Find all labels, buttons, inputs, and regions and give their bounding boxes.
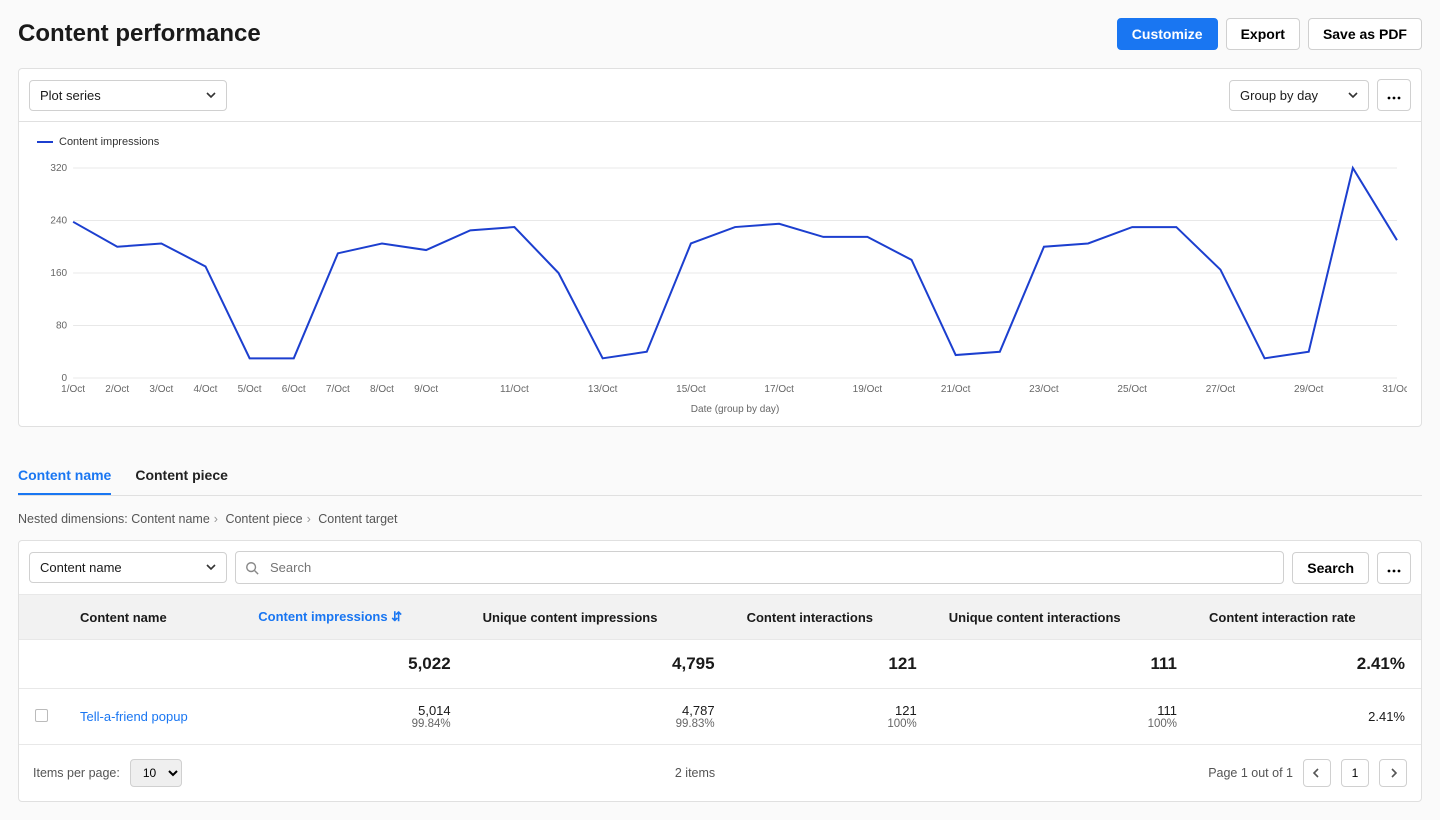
cell-impressions: 5,01499.84% [242,689,466,745]
col-checkbox [19,595,64,640]
col-name[interactable]: Content name [64,595,242,640]
svg-text:17/Oct: 17/Oct [764,384,794,395]
cell-unique-impressions: 4,78799.83% [467,689,731,745]
svg-text:160: 160 [50,268,67,279]
table-row: Tell-a-friend popup 5,01499.84% 4,78799.… [19,689,1421,745]
legend-label: Content impressions [59,136,159,148]
table-card: Content name Search Content name Content… [18,540,1422,802]
total-interactions: 121 [731,640,933,689]
svg-text:6/Oct: 6/Oct [282,384,306,395]
dimension-select[interactable]: Content name [29,552,227,583]
svg-text:21/Oct: 21/Oct [941,384,971,395]
chevron-down-icon [206,88,216,103]
svg-text:29/Oct: 29/Oct [1294,384,1324,395]
more-icon [1387,87,1401,103]
search-button[interactable]: Search [1292,552,1369,584]
svg-text:320: 320 [50,163,67,174]
page-info: Page 1 out of 1 [1208,766,1293,780]
svg-text:240: 240 [50,216,67,227]
svg-text:0: 0 [62,373,68,384]
plot-series-label: Plot series [40,88,101,103]
data-table: Content name Content impressions ⇵ Uniqu… [19,594,1421,744]
col-interactions[interactable]: Content interactions [731,595,933,640]
tab-content-piece[interactable]: Content piece [135,457,228,495]
chevron-right-icon: › [303,512,315,526]
save-pdf-button[interactable]: Save as PDF [1308,18,1422,50]
breadcrumb-item: Content name [131,512,210,526]
breadcrumb-item: Content target [318,512,397,526]
plot-series-select[interactable]: Plot series [29,80,227,111]
svg-text:5/Oct: 5/Oct [238,384,262,395]
total-unique-impressions: 4,795 [467,640,731,689]
svg-text:31/Oct: 31/Oct [1382,384,1407,395]
line-chart: 0 80 160 240 320 1/Oct 2/Oct 3/Oct 4/Oct 5/Oct 6/O… [33,158,1407,418]
chevron-right-icon: › [210,512,222,526]
svg-text:4/Oct: 4/Oct [194,384,218,395]
breadcrumb-label: Nested dimensions: [18,512,128,526]
more-icon [1387,560,1401,576]
svg-text:19/Oct: 19/Oct [853,384,883,395]
next-page-button[interactable] [1379,759,1407,787]
svg-text:25/Oct: 25/Oct [1117,384,1147,395]
svg-text:15/Oct: 15/Oct [676,384,706,395]
col-interaction-rate[interactable]: Content interaction rate [1193,595,1421,640]
page-title: Content performance [18,20,261,48]
svg-text:7/Oct: 7/Oct [326,384,350,395]
search-input[interactable] [235,551,1284,584]
group-by-label: Group by day [1240,88,1318,103]
svg-text:2/Oct: 2/Oct [105,384,129,395]
col-impressions[interactable]: Content impressions ⇵ [242,595,466,640]
items-per-page-label: Items per page: [33,766,120,780]
svg-text:3/Oct: 3/Oct [149,384,173,395]
svg-text:9/Oct: 9/Oct [414,384,438,395]
chart-legend: Content impressions [33,136,1407,148]
page-input[interactable] [1341,759,1369,787]
row-link[interactable]: Tell-a-friend popup [80,709,188,724]
chart-more-button[interactable] [1377,79,1411,111]
breadcrumb: Nested dimensions: Content name› Content… [18,512,1422,526]
total-rate: 2.41% [1193,640,1421,689]
col-unique-interactions[interactable]: Unique content interactions [933,595,1193,640]
svg-text:1/Oct: 1/Oct [61,384,85,395]
item-count: 2 items [675,766,715,780]
table-more-button[interactable] [1377,552,1411,584]
svg-text:80: 80 [56,321,68,332]
export-button[interactable]: Export [1226,18,1300,50]
totals-row: 5,022 4,795 121 111 2.41% [19,640,1421,689]
cell-unique-interactions: 111100% [933,689,1193,745]
chart-card: Plot series Group by day Content impress… [18,68,1422,427]
total-impressions: 5,022 [242,640,466,689]
svg-text:11/Oct: 11/Oct [500,384,529,395]
cell-interactions: 121100% [731,689,933,745]
total-unique-interactions: 111 [933,640,1193,689]
svg-text:27/Oct: 27/Oct [1206,384,1236,395]
customize-button[interactable]: Customize [1117,18,1218,50]
svg-text:13/Oct: 13/Oct [588,384,618,395]
chevron-down-icon [1348,88,1358,103]
cell-rate: 2.41% [1193,689,1421,745]
sort-icon: ⇵ [391,609,402,624]
dimension-label: Content name [40,560,122,575]
tab-content-name[interactable]: Content name [18,457,111,495]
search-icon [245,561,259,575]
prev-page-button[interactable] [1303,759,1331,787]
svg-text:23/Oct: 23/Oct [1029,384,1059,395]
group-by-select[interactable]: Group by day [1229,80,1369,111]
chevron-down-icon [206,560,216,575]
col-unique-impressions[interactable]: Unique content impressions [467,595,731,640]
row-checkbox[interactable] [35,709,48,722]
legend-line-icon [37,141,53,143]
svg-text:Date (group by day): Date (group by day) [691,404,780,415]
svg-text:8/Oct: 8/Oct [370,384,394,395]
items-per-page-select[interactable]: 10 [130,759,182,787]
breadcrumb-item: Content piece [225,512,302,526]
